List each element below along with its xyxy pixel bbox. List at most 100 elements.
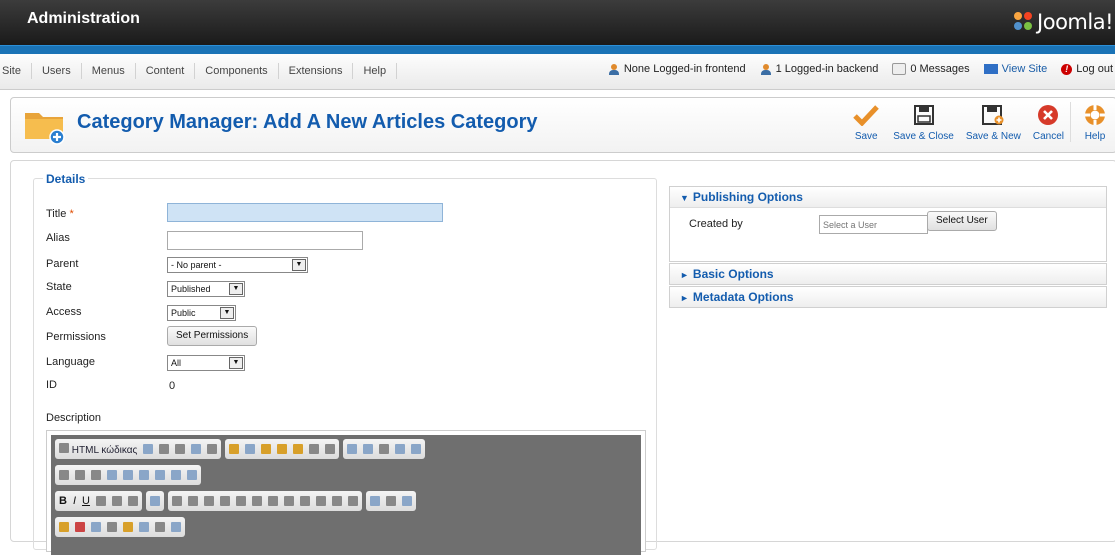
superscript-icon[interactable] [127, 496, 138, 506]
image-button-icon[interactable] [171, 470, 181, 480]
anchor-flag-icon[interactable] [401, 496, 412, 506]
access-label: Access [46, 306, 82, 318]
strikethrough-icon[interactable] [95, 496, 106, 506]
rtl-icon[interactable] [347, 496, 358, 506]
menu-item-menus[interactable]: Menus [82, 63, 136, 79]
button-icon[interactable] [155, 470, 165, 480]
form-icon[interactable] [59, 470, 69, 480]
special-char-icon[interactable] [139, 522, 149, 532]
menu-item-users[interactable]: Users [32, 63, 82, 79]
state-select[interactable]: Published ▼ [167, 281, 245, 297]
set-permissions-button[interactable]: Set Permissions [167, 326, 258, 346]
frontend-users-status: None Logged-in frontend [608, 63, 746, 75]
status-bar: None Logged-in frontend 1 Logged-in back… [608, 63, 1113, 75]
italic-button[interactable]: I [73, 495, 76, 507]
main-menubar: Site Users Menus Content Components Exte… [0, 54, 1115, 90]
metadata-options-header[interactable]: ► Metadata Options [670, 287, 1106, 307]
basic-options-panel: ► Basic Options [669, 263, 1107, 285]
created-by-user-input[interactable] [819, 215, 928, 234]
image-icon[interactable] [59, 522, 69, 532]
permissions-label: Permissions [46, 331, 106, 343]
monitor-icon [983, 64, 998, 74]
save-new-button[interactable]: Save & New [960, 102, 1027, 142]
caret-right-icon: ► [680, 270, 689, 280]
align-center-icon[interactable] [283, 496, 294, 506]
menu-item-help[interactable]: Help [353, 63, 398, 79]
textarea-icon[interactable] [123, 470, 133, 480]
menu-item-components[interactable]: Components [195, 63, 279, 79]
hidden-field-icon[interactable] [187, 470, 197, 480]
paste-text-icon[interactable] [277, 444, 288, 454]
caret-down-icon: ▼ [680, 193, 689, 203]
align-right-icon[interactable] [299, 496, 310, 506]
view-site-link[interactable]: View Site [983, 63, 1047, 75]
page-toolbar: Category Manager: Add A New Articles Cat… [10, 97, 1115, 153]
cut-icon[interactable] [229, 444, 240, 454]
save-button[interactable]: Save [845, 102, 887, 142]
copy-icon[interactable] [245, 444, 256, 454]
replace-icon[interactable] [363, 444, 374, 454]
align-left-icon[interactable] [267, 496, 278, 506]
unlink-icon[interactable] [385, 496, 396, 506]
ltr-icon[interactable] [331, 496, 342, 506]
select-field-icon[interactable] [139, 470, 149, 480]
find-icon[interactable] [347, 444, 358, 454]
metadata-options-panel: ► Metadata Options [669, 286, 1107, 308]
numbered-list-icon[interactable] [171, 496, 182, 506]
smiley-icon[interactable] [123, 522, 133, 532]
table-icon[interactable] [91, 522, 101, 532]
underline-button[interactable]: U [82, 495, 90, 507]
redo-icon[interactable] [325, 444, 336, 454]
paste-icon[interactable] [261, 444, 272, 454]
menu-item-content[interactable]: Content [136, 63, 196, 79]
spellcheck-icon[interactable] [395, 444, 406, 454]
parent-select[interactable]: - No parent - ▼ [167, 257, 308, 273]
title-input[interactable] [167, 203, 443, 222]
bold-button[interactable]: B [59, 495, 67, 507]
radio-icon[interactable] [91, 470, 101, 480]
language-select[interactable]: All ▼ [167, 355, 245, 371]
select-user-button[interactable]: Select User [927, 211, 997, 231]
admin-header: Administration Joomla! [0, 0, 1115, 45]
menu-item-extensions[interactable]: Extensions [279, 63, 354, 79]
bulleted-list-icon[interactable] [187, 496, 198, 506]
outdent-icon[interactable] [203, 496, 214, 506]
blockquote-icon[interactable] [235, 496, 246, 506]
horizontal-rule-icon[interactable] [107, 522, 117, 532]
page-break-icon[interactable] [155, 522, 165, 532]
link-icon[interactable] [369, 496, 380, 506]
access-select[interactable]: Public ▼ [167, 305, 236, 321]
logout-icon: ! [1061, 63, 1073, 75]
html-source-button[interactable]: HTML κώδικας [59, 442, 137, 456]
spellcheck-options-icon[interactable] [411, 444, 422, 454]
checkbox-icon[interactable] [75, 470, 85, 480]
indent-icon[interactable] [219, 496, 230, 506]
textfield-icon[interactable] [107, 470, 117, 480]
templates-icon[interactable] [207, 444, 218, 454]
joomla-logo[interactable]: Joomla! [1012, 10, 1113, 34]
basic-options-header[interactable]: ► Basic Options [670, 264, 1106, 284]
messages-status[interactable]: 0 Messages [892, 63, 970, 75]
alias-input[interactable] [167, 231, 363, 250]
iframe-icon[interactable] [171, 522, 181, 532]
help-button[interactable]: Help [1070, 102, 1115, 142]
paste-word-icon[interactable] [293, 444, 304, 454]
admin-title: Administration [27, 10, 140, 27]
remove-format-icon[interactable] [149, 496, 160, 506]
select-all-icon[interactable] [379, 444, 390, 454]
print-icon[interactable] [191, 444, 202, 454]
justify-icon[interactable] [315, 496, 326, 506]
preview-icon[interactable] [175, 444, 186, 454]
publishing-options-header[interactable]: ▼ Publishing Options [670, 187, 1106, 208]
subscript-icon[interactable] [111, 496, 122, 506]
undo-icon[interactable] [309, 444, 320, 454]
menu-item-site[interactable]: Site [0, 63, 32, 79]
div-container-icon[interactable] [251, 496, 262, 506]
save-close-button[interactable]: Save & Close [887, 102, 960, 142]
title-label: Title * [46, 208, 74, 220]
flash-icon[interactable] [75, 522, 85, 532]
new-document-icon[interactable] [159, 444, 170, 454]
save-icon[interactable] [143, 444, 154, 454]
logout-link[interactable]: ! Log out [1061, 63, 1113, 75]
cancel-button[interactable]: Cancel [1027, 102, 1070, 142]
